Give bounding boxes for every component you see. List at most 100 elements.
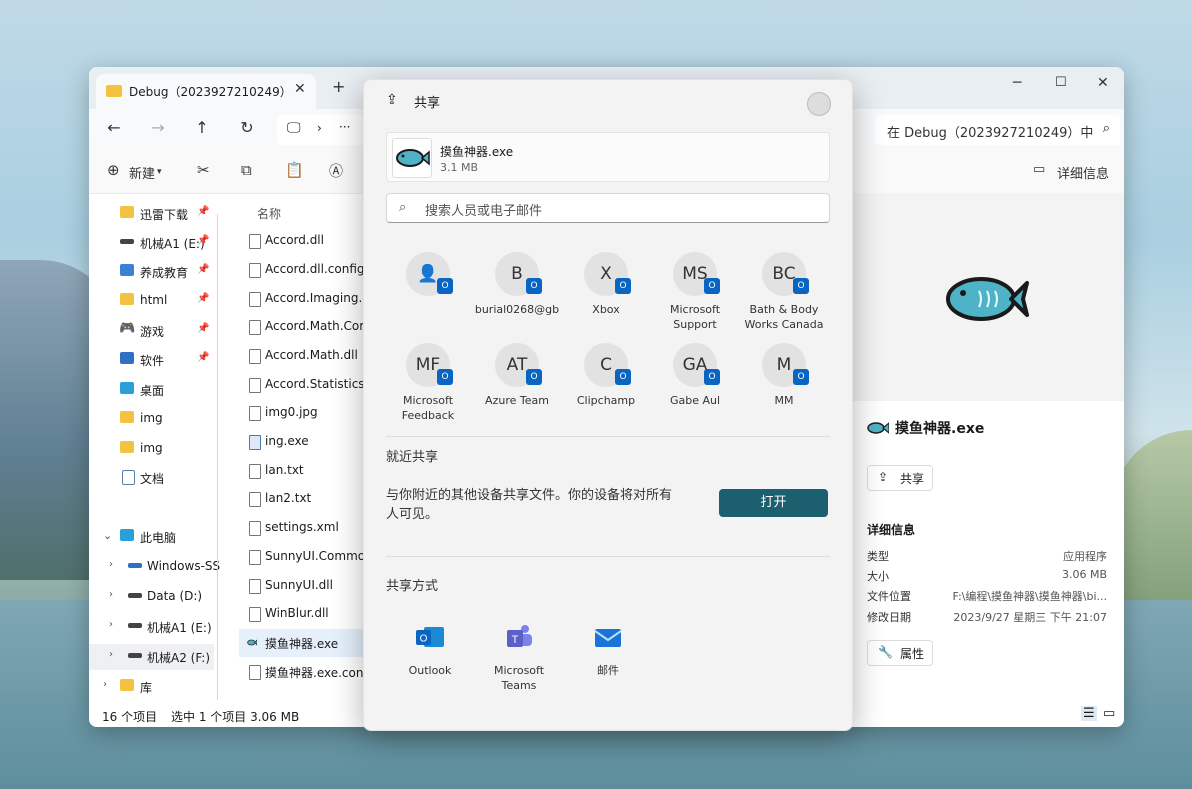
sidebar-item-xunlei[interactable]: 迅雷下载 📌	[89, 201, 214, 227]
file-row[interactable]: img0.jpg	[239, 399, 363, 427]
sidebar-item-windows-ss[interactable]: › Windows-SS	[89, 554, 220, 580]
address-bar[interactable]: 🖵 › ···	[277, 115, 367, 145]
chevron-down-icon[interactable]: ⌄	[103, 529, 112, 542]
paste-icon[interactable]: 📋	[285, 161, 304, 179]
new-tab-button[interactable]: +	[332, 77, 345, 96]
properties-button[interactable]: 🔧 属性	[867, 640, 933, 666]
contact-item[interactable]: C O Clipchamp	[562, 343, 650, 425]
sidebar-item-documents[interactable]: 文档	[89, 465, 214, 491]
contact-item[interactable]: M O MM	[740, 343, 828, 425]
sidebar-item-drive-f[interactable]: › 机械A2 (F:)	[89, 644, 214, 670]
file-row[interactable]: 摸鱼神器.exe	[239, 629, 363, 657]
search-box[interactable]: 在 Debug（2023927210249）中 ⌕	[875, 115, 1120, 145]
file-row[interactable]: settings.xml	[239, 514, 363, 542]
outlook-badge-icon: O	[437, 278, 453, 294]
chevron-right-icon[interactable]: ›	[103, 679, 107, 690]
file-name: Accord.Math.dll	[265, 348, 358, 362]
details-pane: 摸鱼神器.exe ⇪ 共享 详细信息 类型 应用程序 大小 3.06 MB 文件位置…	[851, 193, 1124, 701]
contact-item[interactable]: X O Xbox	[562, 252, 650, 334]
pane-scrollbar[interactable]	[217, 214, 218, 700]
new-button[interactable]: 新建	[129, 163, 155, 182]
up-button[interactable]: ↑	[190, 118, 214, 137]
more-breadcrumb[interactable]: ···	[339, 120, 350, 134]
sidebar-item-img-2[interactable]: img	[89, 436, 214, 462]
app-microsoft-teams[interactable]: T Microsoft Teams	[475, 623, 563, 703]
sidebar-item-desktop[interactable]: 桌面	[89, 377, 214, 403]
copy-icon[interactable]: ⧉	[241, 161, 252, 179]
details-view-icon[interactable]: ☰	[1081, 706, 1097, 721]
sidebar-item-label: 此电脑	[140, 531, 177, 545]
app-outlook[interactable]: O Outlook	[386, 623, 474, 703]
file-row[interactable]: Accord.dll.config	[239, 256, 363, 284]
sidebar-item-label: 机械A1 (E:)	[140, 237, 205, 251]
user-avatar[interactable]	[807, 92, 831, 116]
chevron-right-icon[interactable]: ›	[109, 559, 113, 570]
outlook-badge-icon: O	[437, 369, 453, 385]
app-name: 邮件	[597, 664, 619, 677]
file-name: lan2.txt	[265, 491, 312, 505]
file-list: 名称 Accord.dll Accord.dll.config Accord.I…	[239, 195, 363, 705]
details-pane-icon: ▭	[1033, 162, 1046, 177]
chevron-down-icon[interactable]: ▾	[157, 167, 162, 177]
pin-icon: 📌	[197, 293, 210, 304]
chevron-right-icon[interactable]: ›	[109, 619, 113, 630]
cut-icon[interactable]: ✂	[197, 161, 210, 179]
xml-file-icon	[249, 521, 261, 536]
file-row[interactable]: lan.txt	[239, 457, 363, 485]
app-mail[interactable]: 邮件	[564, 623, 652, 703]
forward-button[interactable]: →	[146, 118, 170, 137]
file-name: ing.exe	[265, 434, 309, 448]
file-row[interactable]: lan2.txt	[239, 485, 363, 513]
close-window-button[interactable]: ✕	[1097, 75, 1109, 91]
people-search-input[interactable]: ⌕ 搜索人员或电子邮件	[386, 193, 830, 223]
divider	[386, 556, 830, 557]
people-search-placeholder: 搜索人员或电子邮件	[425, 204, 543, 219]
refresh-button[interactable]: ↻	[235, 118, 259, 137]
column-header-name[interactable]: 名称	[257, 205, 281, 222]
contact-item[interactable]: MF O Microsoft Feedback	[384, 343, 472, 425]
contact-item[interactable]: BC O Bath & Body Works Canada	[740, 252, 828, 334]
open-nearby-button[interactable]: 打开	[719, 489, 828, 517]
sidebar-item-img-1[interactable]: img	[89, 406, 214, 432]
back-button[interactable]: ←	[102, 118, 126, 137]
maximize-button[interactable]: ☐	[1055, 75, 1067, 90]
file-row[interactable]: 摸鱼神器.exe.config	[239, 658, 363, 686]
sidebar-item-yangcheng[interactable]: 养成教育 📌	[89, 259, 214, 285]
tab-debug[interactable]: Debug（2023927210249） ✕	[96, 74, 316, 109]
chevron-right-icon[interactable]: ›	[109, 649, 113, 660]
tiles-view-icon[interactable]: ▭	[1103, 706, 1115, 721]
file-row[interactable]: Accord.dll	[239, 227, 363, 255]
sidebar-item-drive-e[interactable]: › 机械A1 (E:)	[89, 614, 214, 640]
prop-location: 文件位置 F:\编程\摸鱼神器\摸鱼神器\bi...	[867, 588, 1107, 606]
sidebar-item-software[interactable]: 软件 📌	[89, 347, 214, 373]
file-row[interactable]: Accord.Statistics.dll	[239, 371, 363, 399]
file-row[interactable]: Accord.Math.Core.dll	[239, 313, 363, 341]
sidebar-item-html[interactable]: html 📌	[89, 288, 214, 314]
file-row[interactable]: SunnyUI.dll	[239, 572, 363, 600]
contact-item[interactable]: MS O Microsoft Support	[651, 252, 739, 334]
sidebar-item-data-d[interactable]: › Data (D:)	[89, 584, 214, 610]
sidebar-item-games[interactable]: 🎮 游戏 📌	[89, 318, 214, 344]
close-tab-icon[interactable]: ✕	[294, 81, 306, 97]
file-row[interactable]: WinBlur.dll	[239, 600, 363, 628]
contact-name: burial0268@gb	[474, 303, 560, 316]
chevron-right-icon[interactable]: ›	[317, 121, 322, 135]
file-row[interactable]: Accord.Math.dll	[239, 342, 363, 370]
file-row[interactable]: SunnyUI.Common.dll	[239, 543, 363, 571]
file-row[interactable]: ing.exe	[239, 428, 363, 456]
prop-key: 文件位置	[867, 590, 911, 603]
minimize-button[interactable]: ─	[1013, 75, 1021, 91]
sidebar-item-library[interactable]: › 库	[89, 674, 214, 700]
contact-item[interactable]: 👤 O	[384, 252, 472, 334]
sidebar-item-this-pc[interactable]: ⌄ 此电脑	[89, 524, 214, 550]
file-row[interactable]: Accord.Imaging.dll	[239, 285, 363, 313]
chevron-right-icon[interactable]: ›	[109, 589, 113, 600]
rename-icon[interactable]: Ⓐ	[329, 161, 343, 181]
details-button[interactable]: 详细信息	[1057, 163, 1109, 182]
sidebar-item-label: Data (D:)	[147, 589, 203, 603]
sidebar-item-drive-e-pinned[interactable]: 机械A1 (E:) 📌	[89, 230, 214, 256]
contact-item[interactable]: B O burial0268@gb	[473, 252, 561, 334]
contact-item[interactable]: GA O Gabe Aul	[651, 343, 739, 425]
details-share-button[interactable]: ⇪ 共享	[867, 465, 933, 491]
contact-item[interactable]: AT O Azure Team	[473, 343, 561, 425]
